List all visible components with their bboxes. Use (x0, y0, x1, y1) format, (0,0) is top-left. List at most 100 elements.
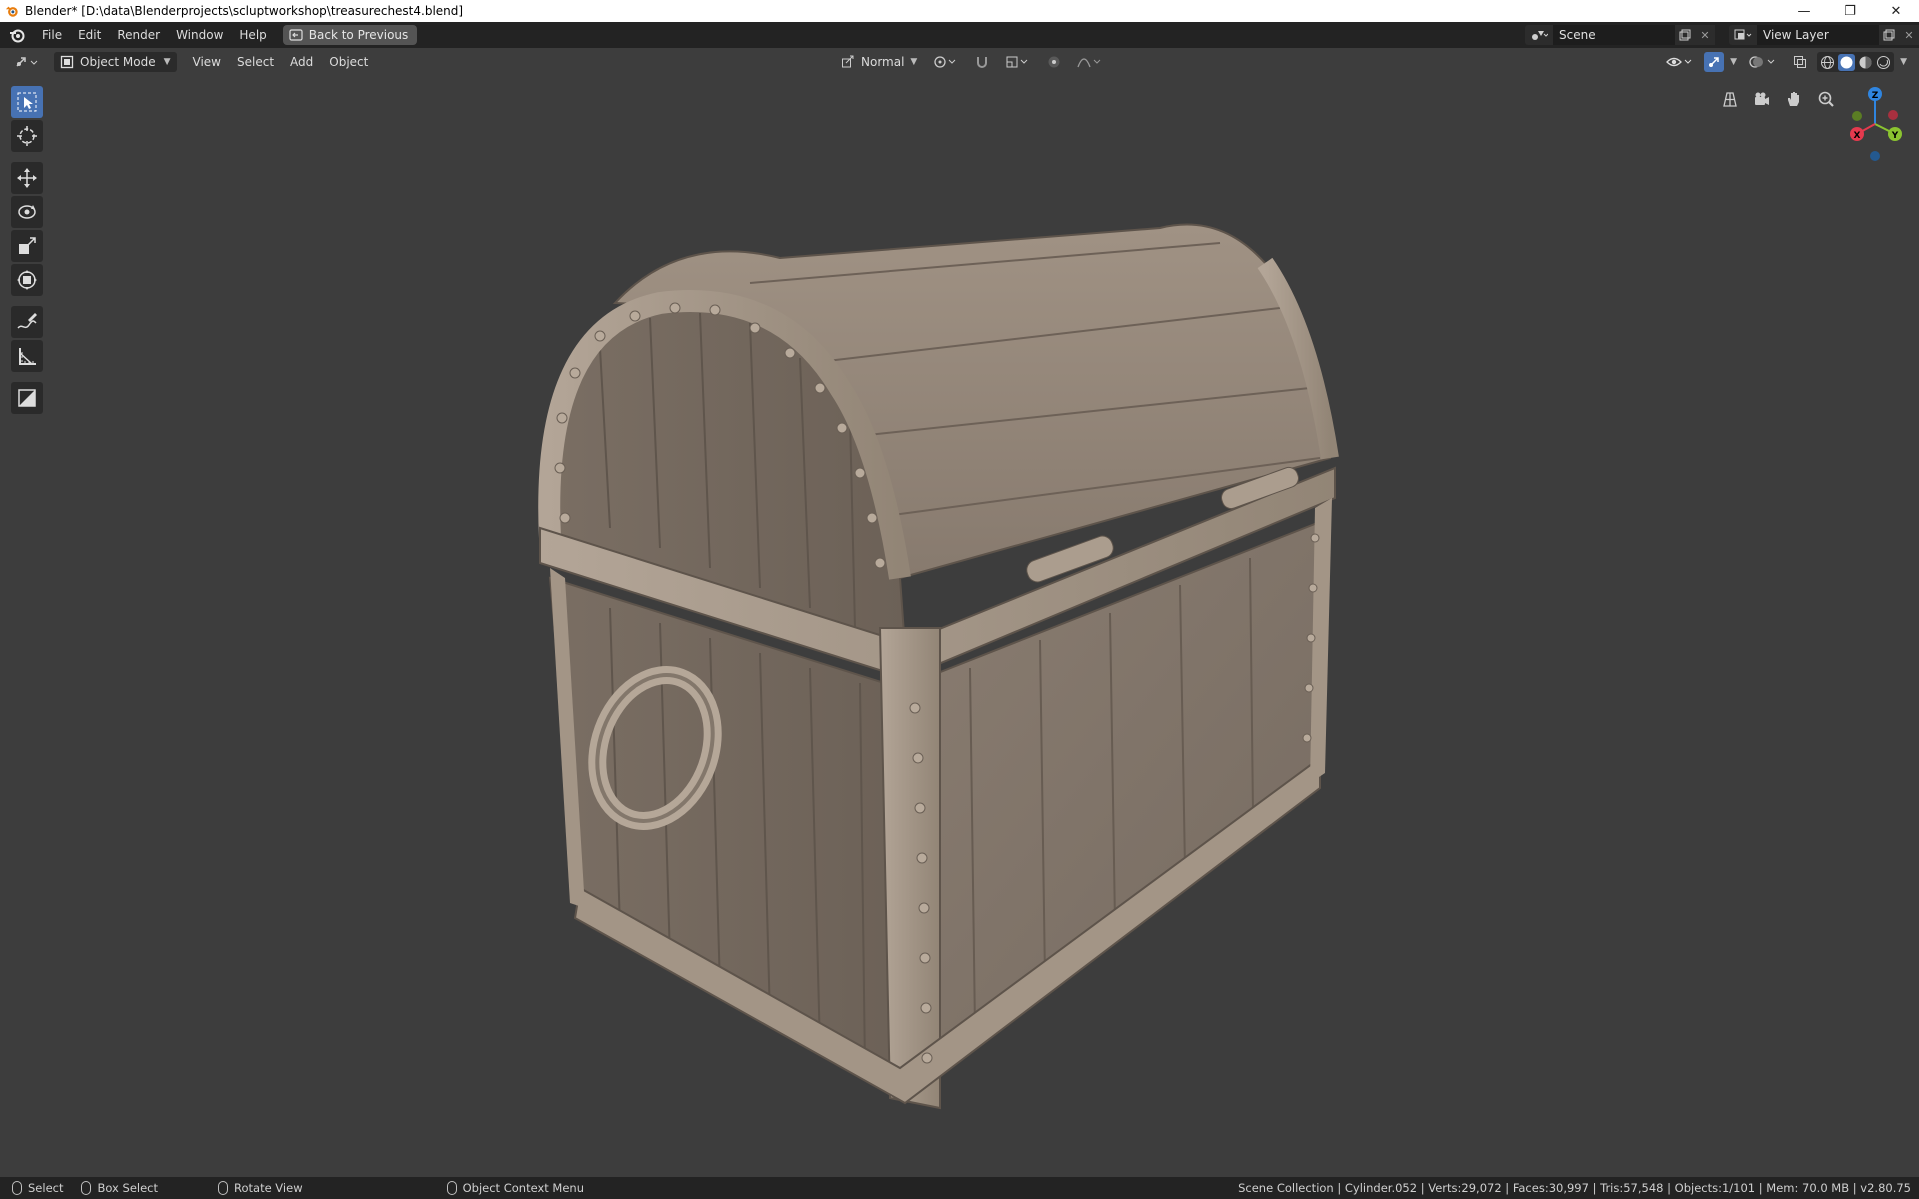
back-icon (289, 29, 303, 41)
falloff-dropdown[interactable] (1071, 52, 1109, 72)
view-layer-icon[interactable] (1729, 25, 1757, 45)
menu-help[interactable]: Help (231, 24, 274, 46)
viewport-menu-select[interactable]: Select (229, 51, 282, 73)
move-tool[interactable] (11, 162, 43, 194)
3d-viewport[interactable]: Object Mode ▼ View Select Add Object Nor… (0, 48, 1919, 1177)
measure-tool[interactable] (11, 340, 43, 372)
proportional-edit-icon (1048, 56, 1060, 68)
blender-menu-icon[interactable] (8, 26, 26, 44)
status-select-label: Select (28, 1181, 64, 1195)
select-box-tool[interactable] (11, 86, 43, 118)
scale-icon (19, 237, 36, 254)
material-shading-icon[interactable] (1858, 55, 1873, 70)
maximize-button[interactable]: ❐ (1827, 0, 1873, 22)
viewport-menu-add[interactable]: Add (282, 51, 321, 73)
annotate-tool[interactable] (11, 306, 43, 338)
top-bar: File Edit Render Window Help Back to Pre… (0, 22, 1919, 48)
orientation-dropdown[interactable]: Normal ▼ (835, 52, 923, 72)
rotate-tool[interactable] (11, 196, 43, 228)
snap-target-dropdown[interactable] (999, 52, 1037, 72)
y-axis-label: Y (1891, 131, 1899, 141)
menu-edit[interactable]: Edit (70, 24, 109, 46)
select-box-icon (17, 92, 37, 112)
z-axis-label: Z (1872, 91, 1879, 101)
view-layer-selector[interactable]: View Layer ✕ (1729, 25, 1919, 45)
overlays-icon (1749, 56, 1775, 68)
navigation-gizmo[interactable]: Z Y X (1839, 84, 1911, 166)
cursor-tool[interactable] (11, 120, 43, 152)
pivot-point-dropdown[interactable] (927, 52, 965, 72)
scene-selector[interactable]: Scene ✕ (1525, 25, 1715, 45)
new-view-layer-icon[interactable] (1879, 25, 1899, 45)
editor-type-button[interactable] (8, 52, 46, 72)
measure-icon (19, 348, 36, 365)
menu-window[interactable]: Window (168, 24, 231, 46)
camera-icon (1755, 92, 1769, 105)
object-mode-label: Object Mode (80, 55, 156, 69)
transform-icon (17, 270, 37, 290)
viewport-header: Object Mode ▼ View Select Add Object Nor… (0, 48, 1919, 76)
gizmo-toggle[interactable] (1704, 52, 1725, 72)
neg-x-axis-handle[interactable] (1888, 110, 1898, 120)
back-to-previous-label: Back to Previous (308, 28, 409, 42)
proportional-edit-toggle[interactable] (1041, 52, 1067, 72)
blender-logo-icon (5, 6, 18, 17)
status-rotate-view-label: Rotate View (234, 1181, 303, 1195)
rotate-icon (18, 205, 36, 219)
minimize-button[interactable]: — (1781, 0, 1827, 22)
new-scene-icon[interactable] (1675, 25, 1695, 45)
treasure-chest-model[interactable] (520, 188, 1400, 1128)
chevron-down-icon: ▼ (1900, 57, 1907, 67)
neg-z-axis-handle[interactable] (1870, 151, 1880, 161)
delete-view-layer-icon[interactable]: ✕ (1899, 25, 1919, 45)
chevron-down-icon: ▼ (163, 57, 171, 67)
delete-scene-icon[interactable]: ✕ (1695, 25, 1715, 45)
mouse-middle-icon (218, 1181, 228, 1195)
chevron-down-icon: ▼ (1730, 57, 1738, 67)
add-cube-tool[interactable] (11, 382, 43, 414)
solid-shading-icon[interactable] (1838, 53, 1856, 71)
view-layer-field[interactable]: View Layer (1757, 25, 1879, 45)
xray-toggle[interactable] (1787, 52, 1813, 72)
object-mode-dropdown[interactable]: Object Mode ▼ (54, 52, 177, 72)
snap-toggle[interactable] (969, 52, 995, 72)
gizmo-dropdown[interactable]: ▼ (1728, 52, 1739, 72)
toggle-perspective-button[interactable] (1717, 86, 1743, 112)
tool-shelf (8, 84, 46, 416)
editor-type-icon (16, 57, 38, 67)
status-context-menu-hint: Object Context Menu (446, 1181, 584, 1195)
close-button[interactable]: ✕ (1873, 0, 1919, 22)
scene-icon[interactable] (1525, 25, 1553, 45)
overlays-dropdown[interactable] (1743, 52, 1783, 72)
falloff-icon (1077, 58, 1101, 68)
annotate-icon (17, 313, 37, 329)
viewport-menu-object[interactable]: Object (321, 51, 376, 73)
zoom-view-button[interactable] (1813, 86, 1839, 112)
menu-render[interactable]: Render (109, 24, 168, 46)
add-cube-icon (18, 389, 36, 407)
scene-statistics: Scene Collection | Cylinder.052 | Verts:… (1238, 1181, 1911, 1195)
title-bar: Blender* [D:\data\Blenderprojects\sclupt… (0, 0, 1919, 22)
neg-y-axis-handle[interactable] (1852, 111, 1862, 121)
back-to-previous-button[interactable]: Back to Previous (282, 25, 418, 45)
wireframe-shading-icon[interactable] (1820, 55, 1835, 70)
snap-icon (977, 57, 988, 68)
pan-view-button[interactable] (1781, 86, 1807, 112)
transform-tool[interactable] (11, 264, 43, 296)
object-mode-icon (60, 55, 74, 69)
xray-icon (1794, 56, 1807, 68)
viewport-menu-view[interactable]: View (185, 51, 229, 73)
shading-dropdown[interactable]: ▼ (1898, 52, 1909, 72)
rendered-shading-icon[interactable] (1876, 55, 1891, 70)
menu-file[interactable]: File (34, 24, 70, 46)
status-context-menu-label: Object Context Menu (462, 1181, 584, 1195)
scene-name-field[interactable]: Scene (1553, 25, 1675, 45)
chevron-down-icon: ▼ (910, 57, 918, 67)
camera-view-button[interactable] (1749, 86, 1775, 112)
navigation-controls (1717, 86, 1839, 112)
scale-tool[interactable] (11, 230, 43, 262)
snap-increment-icon (1006, 56, 1028, 68)
visibility-dropdown[interactable] (1660, 52, 1700, 72)
status-select-hint: Select (12, 1181, 63, 1195)
eye-icon (1666, 57, 1692, 67)
